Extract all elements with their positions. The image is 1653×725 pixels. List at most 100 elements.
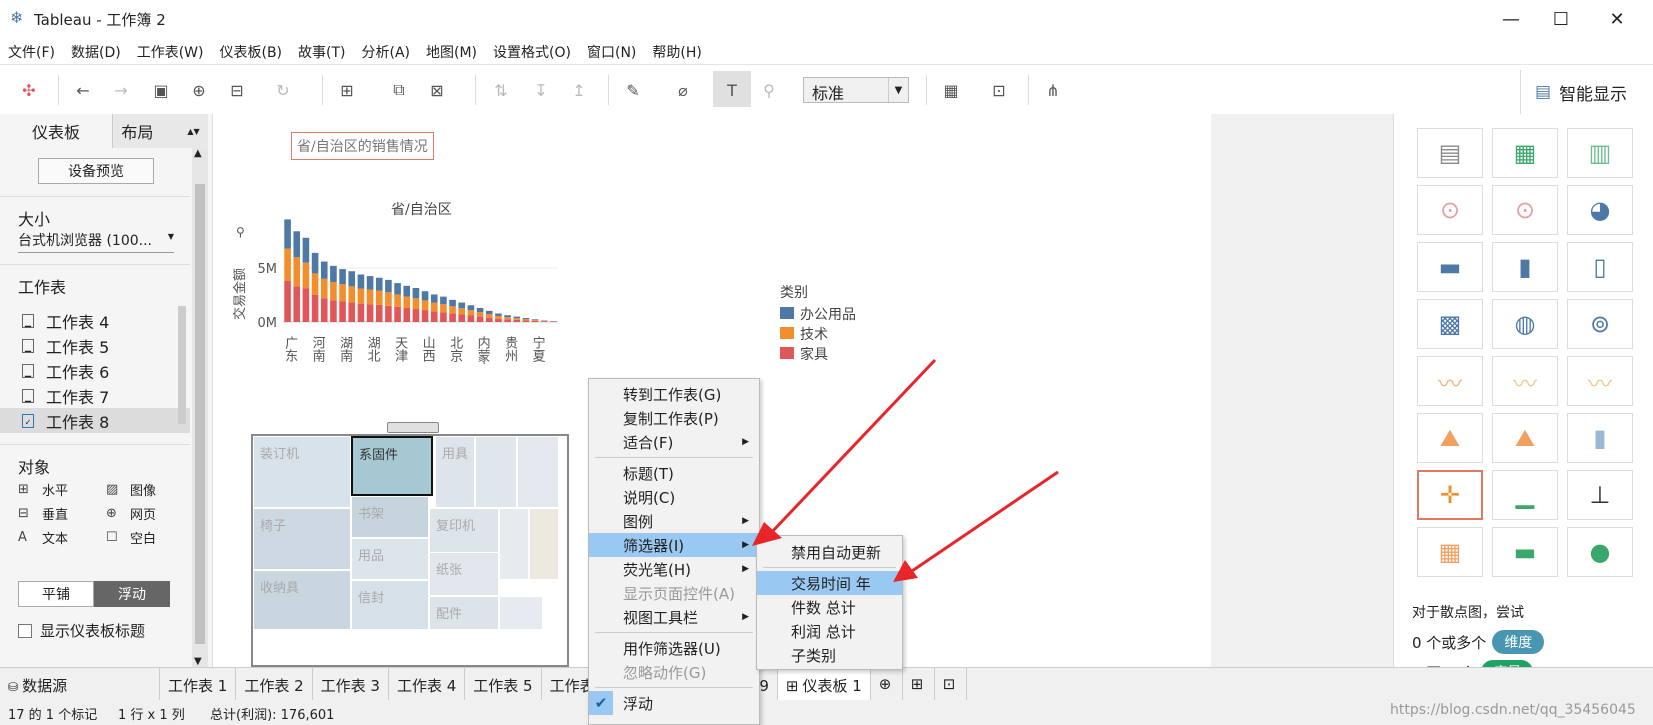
bar-segment[interactable] bbox=[522, 318, 530, 320]
menu-goto-sheet[interactable]: 转到工作表(G) bbox=[589, 382, 759, 406]
bar-segment[interactable] bbox=[357, 288, 365, 304]
chart-type-thumbnail[interactable]: ◕ bbox=[1567, 185, 1633, 235]
bar-segment[interactable] bbox=[375, 290, 383, 305]
new-sheet-icon[interactable]: ⊞ bbox=[336, 79, 358, 101]
object-blank[interactable]: ☐ 空白 bbox=[106, 528, 156, 547]
bar-segment[interactable] bbox=[366, 304, 374, 322]
bar-segment[interactable] bbox=[430, 311, 438, 322]
bar-segment[interactable] bbox=[458, 308, 466, 315]
float-button[interactable]: 浮动 bbox=[94, 581, 170, 607]
bar-segment[interactable] bbox=[385, 279, 392, 293]
treemap-cell[interactable] bbox=[517, 436, 559, 508]
treemap-cell[interactable]: 配件 bbox=[429, 596, 499, 630]
treemap-cell[interactable]: 纸张 bbox=[429, 552, 499, 596]
sheets-scrollbar[interactable] bbox=[178, 306, 186, 424]
chart-type-thumbnail[interactable]: 〰 bbox=[1492, 356, 1558, 406]
bar-segment[interactable] bbox=[513, 318, 521, 320]
bar-segment[interactable] bbox=[293, 257, 301, 287]
back-icon[interactable]: ← bbox=[72, 79, 94, 101]
bar-segment[interactable] bbox=[467, 310, 475, 316]
smart-show-tab[interactable]: ▤ 智能显示 bbox=[1520, 70, 1653, 114]
bar-segment[interactable] bbox=[513, 316, 521, 319]
bar-segment[interactable] bbox=[504, 315, 511, 318]
sort-asc-icon[interactable]: ↧ bbox=[530, 79, 552, 101]
bar-segment[interactable] bbox=[375, 277, 383, 291]
menu-worksheet[interactable]: 工作表(W) bbox=[129, 38, 212, 64]
bar-segment[interactable] bbox=[284, 248, 291, 281]
menu-duplicate-sheet[interactable]: 复制工作表(P) bbox=[589, 406, 759, 430]
object-horizontal[interactable]: ⊞ 水平 bbox=[18, 480, 68, 499]
tab-datasource[interactable]: ⛁ 数据源 bbox=[0, 668, 160, 701]
menu-dashboard[interactable]: 仪表板(B) bbox=[211, 38, 290, 64]
bar-segment[interactable] bbox=[522, 320, 530, 322]
maximize-icon[interactable]: ☐ bbox=[1538, 4, 1584, 34]
sheet-item[interactable]: ▁ 工作表 4 bbox=[0, 308, 190, 333]
bar-segment[interactable] bbox=[366, 289, 374, 305]
chart-type-thumbnail[interactable]: ✛ bbox=[1417, 470, 1483, 520]
bar-segment[interactable] bbox=[339, 284, 346, 302]
bar-segment[interactable] bbox=[412, 287, 420, 299]
show-labels-icon[interactable]: T bbox=[721, 79, 743, 101]
menu-file[interactable]: 文件(F) bbox=[0, 38, 63, 64]
tab-dashboard[interactable]: 仪表板 bbox=[0, 114, 112, 148]
bar-segment[interactable] bbox=[357, 274, 365, 289]
bar-segment[interactable] bbox=[458, 302, 466, 309]
new-dashboard-icon[interactable]: ⊞ bbox=[903, 668, 935, 701]
bar-segment[interactable] bbox=[348, 271, 356, 287]
share-icon[interactable]: ⋔ bbox=[1042, 79, 1064, 101]
submenu-disable-autoupdate[interactable]: 禁用自动更新 bbox=[757, 540, 902, 564]
drag-handle[interactable] bbox=[387, 422, 439, 433]
bar-segment[interactable] bbox=[458, 314, 466, 322]
bar-segment[interactable] bbox=[421, 291, 429, 301]
menu-page-controls[interactable]: 显示页面控件(A) bbox=[589, 581, 759, 605]
treemap-container[interactable]: 装订机 系固件 用具 椅子 书架 复印机 用品 纸张 收纳具 信封 配件 bbox=[251, 434, 569, 667]
bar-segment[interactable] bbox=[394, 283, 401, 295]
bar-segment[interactable] bbox=[348, 286, 356, 303]
treemap-cell[interactable]: 用具 bbox=[435, 436, 475, 508]
bar-segment[interactable] bbox=[540, 320, 548, 322]
bar-segment[interactable] bbox=[467, 305, 475, 311]
clear-sheet-icon[interactable]: ⊠ bbox=[426, 79, 448, 101]
bar-segment[interactable] bbox=[485, 317, 493, 322]
left-scrollbar[interactable]: ▲ ▼ bbox=[192, 148, 208, 667]
bar-segment[interactable] bbox=[421, 310, 429, 322]
bar-segment[interactable] bbox=[504, 317, 511, 320]
bar-segment[interactable] bbox=[284, 219, 291, 249]
save-icon[interactable]: ▣ bbox=[150, 79, 172, 101]
tab-sheet[interactable]: 工作表 2 bbox=[236, 668, 313, 701]
treemap-cell[interactable] bbox=[499, 596, 543, 630]
bar-segment[interactable] bbox=[385, 292, 392, 306]
chart-type-thumbnail[interactable]: ⛰ bbox=[1492, 413, 1558, 463]
tile-button[interactable]: 平铺 bbox=[18, 581, 94, 607]
object-text[interactable]: A 文本 bbox=[18, 528, 68, 547]
bar-segment[interactable] bbox=[293, 286, 301, 322]
chart-type-thumbnail[interactable]: ⊙ bbox=[1492, 185, 1558, 235]
bar-segment[interactable] bbox=[440, 312, 447, 322]
sheet-item[interactable]: ▁ 工作表 7 bbox=[0, 383, 190, 408]
sheet-item[interactable]: ▁ 工作表 6 bbox=[0, 358, 190, 383]
menu-highlighter[interactable]: 荧光笔(H) ▶ bbox=[589, 557, 759, 581]
treemap-cell[interactable]: 用品 bbox=[351, 538, 429, 580]
chart-type-thumbnail[interactable]: ⊚ bbox=[1567, 299, 1633, 349]
chart-type-thumbnail[interactable]: 〰 bbox=[1417, 356, 1483, 406]
bar-segment[interactable] bbox=[385, 305, 392, 322]
device-preview-button[interactable]: 设备预览 bbox=[38, 158, 154, 184]
menu-use-as-filter[interactable]: 用作筛选器(U) bbox=[589, 636, 759, 660]
bar-segment[interactable] bbox=[495, 313, 502, 316]
legend-item[interactable]: 家具 bbox=[780, 344, 828, 364]
object-vertical[interactable]: ⊟ 垂直 bbox=[18, 504, 68, 523]
bar-segment[interactable] bbox=[412, 309, 420, 322]
bar-segment[interactable] bbox=[375, 304, 383, 322]
chart-type-thumbnail[interactable]: ▬ bbox=[1492, 527, 1558, 577]
bar-segment[interactable] bbox=[403, 285, 411, 297]
menu-analysis[interactable]: 分析(A) bbox=[354, 38, 419, 64]
chart-type-thumbnail[interactable]: ▯ bbox=[1567, 242, 1633, 292]
bar-segment[interactable] bbox=[476, 312, 484, 317]
group-icon[interactable]: ⌀ bbox=[672, 79, 694, 101]
menu-map[interactable]: 地图(M) bbox=[418, 38, 485, 64]
pause-update-icon[interactable]: ⊟ bbox=[226, 79, 248, 101]
new-sheet-icon[interactable]: ⊕ bbox=[871, 668, 903, 701]
bar-segment[interactable] bbox=[293, 231, 301, 258]
bar-segment[interactable] bbox=[485, 310, 493, 315]
sheet-item[interactable]: ▁ 工作表 5 bbox=[0, 333, 190, 358]
